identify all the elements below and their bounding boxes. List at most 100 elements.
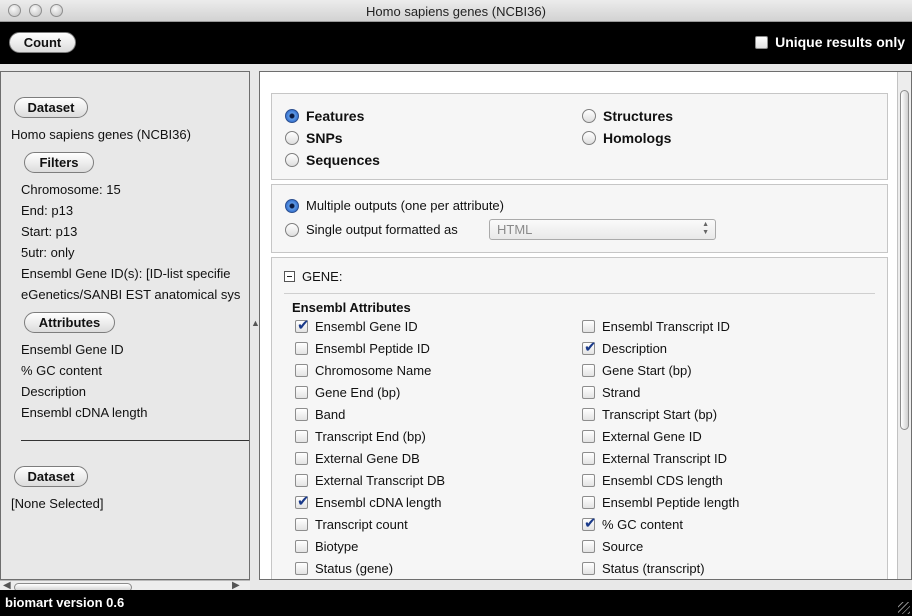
- attribute-checkbox[interactable]: [295, 386, 308, 399]
- attribute-checkbox[interactable]: [295, 430, 308, 443]
- attribute-label: Biotype: [315, 539, 359, 554]
- attribute-option[interactable]: External Transcript ID: [582, 451, 727, 466]
- attribute-checkbox[interactable]: [582, 338, 597, 356]
- attribute-option[interactable]: Source: [582, 539, 643, 554]
- features-option[interactable]: Features: [285, 108, 364, 124]
- attribute-checkbox[interactable]: [295, 474, 308, 487]
- homologs-radio[interactable]: [582, 131, 596, 145]
- resize-grip-icon[interactable]: [898, 602, 910, 614]
- filter-item[interactable]: Chromosome: 15: [21, 182, 121, 197]
- main-panel: Features Structures SNPs Homologs Sequen…: [259, 71, 912, 580]
- homologs-option[interactable]: Homologs: [582, 130, 671, 146]
- attribute-checkbox[interactable]: [582, 364, 595, 377]
- dataset-button[interactable]: Dataset: [14, 97, 88, 118]
- attribute-checkbox[interactable]: [582, 452, 595, 465]
- unique-results-label: Unique results only: [775, 34, 905, 50]
- scroll-thumb[interactable]: [900, 90, 909, 430]
- attribute-option[interactable]: Ensembl Transcript ID: [582, 319, 730, 334]
- single-output-label: Single output formatted as: [306, 222, 458, 237]
- attribute-option[interactable]: Gene End (bp): [295, 385, 400, 400]
- attribute-checkbox[interactable]: [582, 474, 595, 487]
- attribute-checkbox[interactable]: [295, 518, 308, 531]
- attribute-option[interactable]: Transcript Start (bp): [582, 407, 717, 422]
- attribute-option[interactable]: % GC content: [582, 514, 683, 532]
- attribute-label: External Gene DB: [315, 451, 420, 466]
- attribute-label: Chromosome Name: [315, 363, 432, 378]
- attribute-option[interactable]: Gene Start (bp): [582, 363, 692, 378]
- gene-section-header[interactable]: GENE:: [284, 269, 342, 284]
- attribute-checkbox[interactable]: [295, 562, 308, 575]
- single-output-option[interactable]: Single output formatted as: [285, 222, 458, 237]
- attribute-checkbox[interactable]: [582, 514, 597, 532]
- attribute-option[interactable]: Chromosome Name: [295, 363, 431, 378]
- attribute-option[interactable]: Ensembl Peptide ID: [295, 341, 430, 356]
- attribute-checkbox[interactable]: [582, 408, 595, 421]
- attribute-item[interactable]: Ensembl cDNA length: [21, 405, 147, 420]
- attribute-checkbox[interactable]: [582, 496, 595, 509]
- attribute-option[interactable]: Strand: [582, 385, 640, 400]
- attribute-option[interactable]: Transcript End (bp): [295, 429, 426, 444]
- structures-radio[interactable]: [582, 109, 596, 123]
- homologs-label: Homologs: [603, 130, 672, 146]
- unique-results-toggle[interactable]: Unique results only: [755, 34, 905, 50]
- multiple-outputs-option[interactable]: Multiple outputs (one per attribute): [285, 198, 504, 213]
- attribute-label: % GC content: [602, 517, 683, 532]
- attribute-option[interactable]: External Gene ID: [582, 429, 702, 444]
- attribute-checkbox[interactable]: [295, 492, 310, 510]
- attribute-option[interactable]: External Transcript DB: [295, 473, 445, 488]
- structures-option[interactable]: Structures: [582, 108, 673, 124]
- attribute-checkbox[interactable]: [582, 540, 595, 553]
- attribute-option[interactable]: Ensembl cDNA length: [295, 492, 441, 510]
- output-format-select[interactable]: HTML ▲ ▼: [489, 219, 716, 240]
- attribute-label: Strand: [602, 385, 641, 400]
- attributes-button[interactable]: Attributes: [24, 312, 115, 333]
- attribute-label: Gene Start (bp): [602, 363, 692, 378]
- attribute-option[interactable]: Status (transcript): [582, 561, 705, 576]
- attribute-label: Transcript count: [315, 517, 408, 532]
- attribute-option[interactable]: External Gene DB: [295, 451, 420, 466]
- attribute-checkbox[interactable]: [295, 316, 310, 334]
- sequences-radio[interactable]: [285, 153, 299, 167]
- filter-item[interactable]: 5utr: only: [21, 245, 74, 260]
- attribute-label: Ensembl Transcript ID: [602, 319, 730, 334]
- attribute-label: Status (gene): [315, 561, 394, 576]
- main-vertical-scrollbar[interactable]: [897, 72, 911, 579]
- features-radio[interactable]: [285, 109, 299, 123]
- snps-radio[interactable]: [285, 131, 299, 145]
- attribute-option[interactable]: Ensembl CDS length: [582, 473, 723, 488]
- unique-results-checkbox[interactable]: [755, 35, 769, 49]
- attribute-checkbox[interactable]: [295, 408, 308, 421]
- sequences-option[interactable]: Sequences: [285, 152, 380, 168]
- attribute-option[interactable]: Status (gene): [295, 561, 393, 576]
- snps-option[interactable]: SNPs: [285, 130, 343, 146]
- attribute-checkbox[interactable]: [582, 386, 595, 399]
- attribute-option[interactable]: Band: [295, 407, 345, 422]
- dataset-button-2[interactable]: Dataset: [14, 466, 88, 487]
- attribute-checkbox[interactable]: [295, 364, 308, 377]
- attribute-checkbox[interactable]: [295, 540, 308, 553]
- filter-item[interactable]: eGenetics/SANBI EST anatomical sys: [21, 287, 240, 302]
- attribute-option[interactable]: Transcript count: [295, 517, 408, 532]
- count-button[interactable]: Count: [9, 32, 76, 53]
- filter-item[interactable]: End: p13: [21, 203, 73, 218]
- filter-item[interactable]: Ensembl Gene ID(s): [ID-list specifie: [21, 266, 231, 281]
- collapse-minus-icon[interactable]: [284, 271, 295, 282]
- attribute-checkbox[interactable]: [295, 342, 308, 355]
- filter-item[interactable]: Start: p13: [21, 224, 77, 239]
- attribute-checkbox[interactable]: [582, 562, 595, 575]
- attribute-label: Ensembl Peptide ID: [315, 341, 430, 356]
- attribute-item[interactable]: Ensembl Gene ID: [21, 342, 124, 357]
- attribute-option[interactable]: Description: [582, 338, 667, 356]
- attribute-checkbox[interactable]: [582, 430, 595, 443]
- attribute-checkbox[interactable]: [295, 452, 308, 465]
- attribute-item[interactable]: % GC content: [21, 363, 102, 378]
- attribute-option[interactable]: Ensembl Peptide length: [582, 495, 739, 510]
- attribute-item[interactable]: Description: [21, 384, 86, 399]
- attribute-option[interactable]: Ensembl Gene ID: [295, 316, 418, 334]
- attribute-option[interactable]: Biotype: [295, 539, 358, 554]
- single-output-radio[interactable]: [285, 222, 299, 237]
- multiple-outputs-radio[interactable]: [285, 198, 299, 213]
- multiple-outputs-label: Multiple outputs (one per attribute): [306, 198, 504, 213]
- filters-button[interactable]: Filters: [24, 152, 94, 173]
- attribute-checkbox[interactable]: [582, 320, 595, 333]
